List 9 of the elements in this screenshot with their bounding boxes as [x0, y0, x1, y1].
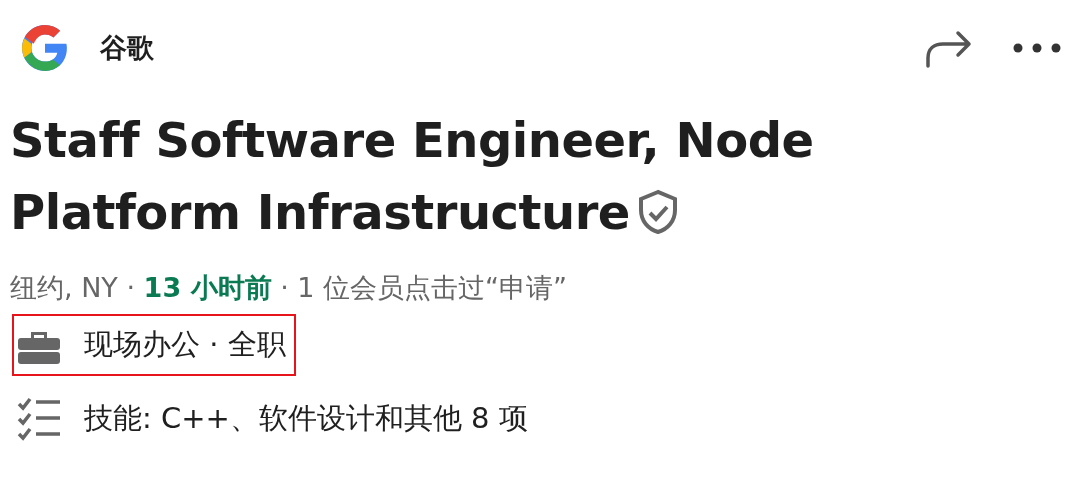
- logo-icon: [20, 23, 70, 73]
- more-icon[interactable]: [1012, 42, 1062, 54]
- company-name[interactable]: 谷歌: [100, 30, 154, 66]
- share-icon[interactable]: [924, 28, 974, 68]
- detail-text: 技能: C++、软件设计和其他 8 项: [84, 400, 528, 437]
- job-title: Staff Software Engineer, Node Platform Infrastructure: [10, 111, 815, 242]
- detail-text: 现场办公 · 全职: [84, 326, 286, 363]
- job-meta: 纽约, NY · 13 小时前 · 1 位会员点击过“申请”: [10, 271, 569, 305]
- checklist-icon: [16, 396, 62, 442]
